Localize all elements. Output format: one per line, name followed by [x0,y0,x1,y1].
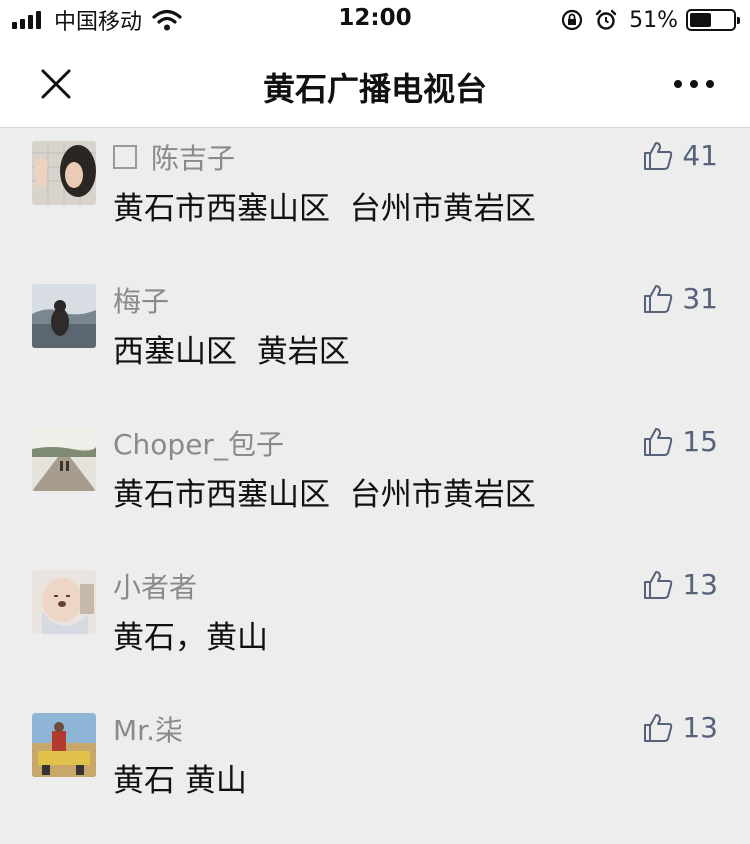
avatar[interactable] [32,427,96,491]
battery-percent: 51% [629,7,678,33]
nickname-text: Mr.柒 [113,714,184,747]
status-right: 51% [561,6,740,34]
comment-nickname: 小者者 [113,566,197,606]
nickname-text: Choper_包子 [113,428,284,461]
comment-text: 黄石 黄山 [113,763,247,799]
battery-icon [686,9,740,31]
alarm-icon [595,9,617,30]
like-button[interactable]: 13 [642,711,718,744]
comment-text: 黄石市西塞山区 台州市黄岩区 [113,477,536,513]
comment-nickname: 梅子 [113,280,169,320]
comment-item: 小者者 黄石，黄山 13 [0,558,750,701]
comment-nickname: 陈吉子 [113,137,235,177]
thumbs-up-icon [644,141,673,170]
comment-item: 陈吉子 黄石市西塞山区 台州市黄岩区 41 [0,129,750,272]
avatar[interactable] [32,713,96,777]
like-count: 31 [682,282,718,315]
checkbox-icon [113,145,137,169]
thumbs-up-icon [644,284,673,313]
battery-fill [690,13,711,27]
comment-item: Mr.柒 黄石 黄山 13 [0,701,750,844]
avatar[interactable] [32,284,96,348]
page-title: 黄石广播电视台 [262,70,487,108]
comment-nickname: Mr.柒 [113,709,183,749]
nav-bar: 黄石广播电视台 [0,40,750,128]
comment-text: 黄石市西塞山区 台州市黄岩区 [113,191,536,227]
like-button[interactable]: 31 [642,282,718,315]
like-button[interactable]: 13 [642,568,718,601]
like-count: 13 [682,711,718,744]
rotation-lock-icon [561,9,583,31]
comment-text: 西塞山区 黄岩区 [113,334,350,370]
like-count: 15 [682,425,718,458]
thumbs-up-icon [644,570,673,599]
thumbs-up-icon [644,713,673,742]
like-button[interactable]: 41 [642,139,718,172]
comment-text: 黄石，黄山 [113,620,268,656]
like-button[interactable]: 15 [642,425,718,458]
thumbs-up-icon [644,427,673,456]
more-icon[interactable] [672,74,716,94]
comment-list: 陈吉子 黄石市西塞山区 台州市黄岩区 41 梅子 西塞山区 黄岩区 31 Cho… [0,129,750,844]
comment-item: 梅子 西塞山区 黄岩区 31 [0,272,750,415]
comment-nickname: Choper_包子 [113,423,284,463]
like-count: 41 [682,139,718,172]
nickname-text: 陈吉子 [151,142,236,175]
comment-item: Choper_包子 黄石市西塞山区 台州市黄岩区 15 [0,415,750,558]
avatar[interactable] [32,141,96,205]
nickname-text: 小者者 [113,571,198,604]
status-bar: 中国移动 12:00 51% [0,0,750,40]
avatar[interactable] [32,570,96,634]
like-count: 13 [682,568,718,601]
nickname-text: 梅子 [113,285,170,318]
